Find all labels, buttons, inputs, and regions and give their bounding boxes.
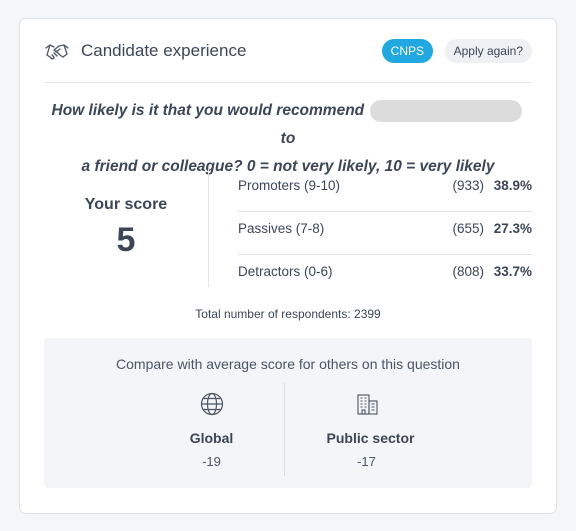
compare-value: -17 — [357, 454, 376, 469]
candidate-experience-card: Candidate experience CNPS Apply again? H… — [19, 18, 557, 514]
row-label: Passives (7-8) — [238, 221, 325, 236]
row-percent: 38.9% — [493, 178, 532, 193]
compare-panel: Compare with average score for others on… — [44, 338, 532, 488]
row-count: (655) — [452, 221, 484, 236]
breakdown-row-detractors: Detractors (0-6) (808) 33.7% — [238, 255, 532, 297]
breakdown-row-promoters: Promoters (9-10) (933) 38.9% — [238, 169, 532, 212]
redacted-company-name — [370, 99, 523, 122]
compare-public-sector: Public sector -17 — [294, 383, 439, 476]
row-label: Promoters (9-10) — [238, 178, 341, 193]
compare-value: -19 — [202, 454, 221, 469]
your-score-panel: Your score 5 — [44, 169, 209, 287]
handshake-icon — [45, 44, 69, 60]
question-line1-start: How likely is it that you would recommen… — [51, 102, 365, 119]
row-percent: 33.7% — [493, 264, 532, 279]
question-line1-end: to — [280, 130, 296, 147]
row-count: (808) — [452, 264, 484, 279]
apply-again-button[interactable]: Apply again? — [444, 39, 532, 63]
row-label: Detractors (0-6) — [238, 264, 333, 279]
compare-title: Compare with average score for others on… — [116, 356, 460, 372]
row-count: (933) — [452, 178, 484, 193]
cnps-badge: CNPS — [381, 39, 433, 63]
row-percent: 27.3% — [493, 221, 532, 236]
your-score-label: Your score — [84, 196, 168, 213]
your-score-value: 5 — [116, 221, 136, 259]
score-breakdown: Promoters (9-10) (933) 38.9% Passives (7… — [238, 169, 532, 297]
total-respondents: Total number of respondents: 2399 — [195, 307, 381, 321]
card-title: Candidate experience — [81, 41, 247, 60]
building-icon — [356, 394, 378, 415]
compare-global: Global -19 — [139, 383, 285, 476]
globe-icon — [200, 392, 223, 416]
card-header: Candidate experience CNPS Apply again? — [44, 35, 532, 83]
breakdown-row-passives: Passives (7-8) (655) 27.3% — [238, 212, 532, 255]
compare-name: Public sector — [326, 430, 415, 446]
compare-name: Global — [189, 430, 234, 446]
